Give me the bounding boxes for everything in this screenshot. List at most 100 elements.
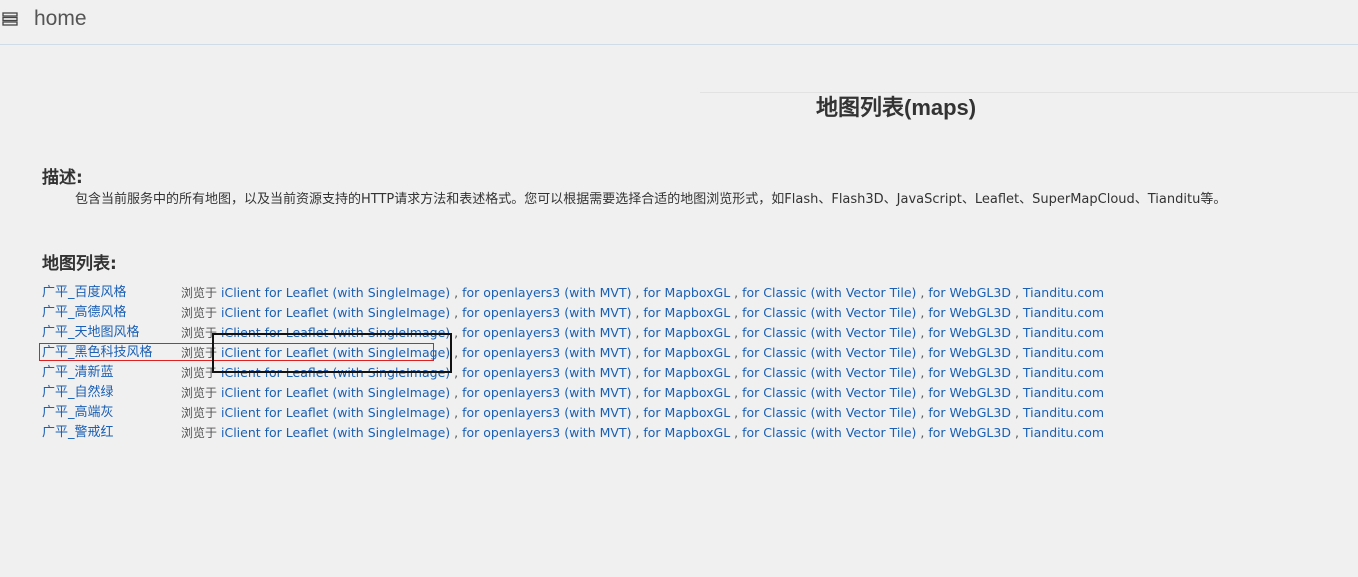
viewer-link[interactable]: for MapboxGL bbox=[643, 345, 730, 360]
map-name-link[interactable]: 广平_清新蓝 bbox=[42, 363, 114, 383]
viewer-link[interactable]: iClient for Leaflet (with SingleImage) bbox=[221, 425, 450, 440]
link-separator: , bbox=[1010, 365, 1023, 380]
viewer-link[interactable]: iClient for Leaflet (with SingleImage) bbox=[221, 305, 450, 320]
link-separator: , bbox=[631, 305, 644, 320]
link-separator: , bbox=[450, 425, 463, 440]
viewer-link[interactable]: Tianditu.com bbox=[1023, 285, 1104, 300]
link-separator: , bbox=[450, 325, 463, 340]
link-separator: , bbox=[450, 305, 463, 320]
viewer-link[interactable]: for MapboxGL bbox=[643, 425, 730, 440]
viewer-link[interactable]: for openlayers3 (with MVT) bbox=[462, 385, 631, 400]
browse-label: 浏览于 bbox=[181, 326, 218, 340]
map-name-link[interactable]: 广平_黑色科技风格 bbox=[42, 343, 153, 363]
viewer-link[interactable]: for MapboxGL bbox=[643, 305, 730, 320]
map-name-link[interactable]: 广平_自然绿 bbox=[42, 383, 114, 403]
viewer-link[interactable]: for Classic (with Vector Tile) bbox=[742, 325, 916, 340]
viewer-link[interactable]: Tianditu.com bbox=[1023, 305, 1104, 320]
link-separator: , bbox=[1010, 385, 1023, 400]
viewer-link[interactable]: for openlayers3 (with MVT) bbox=[462, 325, 631, 340]
map-name-link[interactable]: 广平_高端灰 bbox=[42, 403, 114, 423]
description-heading: 描述: bbox=[42, 168, 83, 188]
page-title: 地图列表(maps) bbox=[816, 95, 977, 120]
viewer-link[interactable]: for Classic (with Vector Tile) bbox=[742, 385, 916, 400]
link-separator: , bbox=[730, 345, 743, 360]
viewer-links: iClient for Leaflet (with SingleImage) ,… bbox=[221, 403, 1104, 423]
browse-label: 浏览于 bbox=[181, 426, 218, 440]
viewer-link[interactable]: for Classic (with Vector Tile) bbox=[742, 365, 916, 380]
viewer-links: iClient for Leaflet (with SingleImage) ,… bbox=[221, 363, 1104, 383]
viewer-link[interactable]: for openlayers3 (with MVT) bbox=[462, 285, 631, 300]
browse-label: 浏览于 bbox=[181, 306, 218, 320]
viewer-link[interactable]: for openlayers3 (with MVT) bbox=[462, 405, 631, 420]
viewer-link[interactable]: for Classic (with Vector Tile) bbox=[742, 285, 916, 300]
viewer-link[interactable]: Tianditu.com bbox=[1023, 325, 1104, 340]
viewer-link[interactable]: Tianditu.com bbox=[1023, 385, 1104, 400]
link-separator: , bbox=[916, 285, 929, 300]
link-separator: , bbox=[631, 345, 644, 360]
link-separator: , bbox=[916, 425, 929, 440]
viewer-link[interactable]: iClient for Leaflet (with SingleImage) bbox=[221, 385, 450, 400]
viewer-link[interactable]: for openlayers3 (with MVT) bbox=[462, 425, 631, 440]
viewer-link[interactable]: for Classic (with Vector Tile) bbox=[742, 405, 916, 420]
map-name-link[interactable]: 广平_警戒红 bbox=[42, 423, 114, 443]
link-separator: , bbox=[1010, 405, 1023, 420]
link-separator: , bbox=[631, 325, 644, 340]
link-separator: , bbox=[916, 405, 929, 420]
viewer-link[interactable]: for WebGL3D bbox=[928, 345, 1011, 360]
link-separator: , bbox=[730, 385, 743, 400]
viewer-link[interactable]: for openlayers3 (with MVT) bbox=[462, 365, 631, 380]
viewer-link[interactable]: for openlayers3 (with MVT) bbox=[462, 305, 631, 320]
link-separator: , bbox=[631, 405, 644, 420]
link-separator: , bbox=[730, 325, 743, 340]
viewer-link[interactable]: for Classic (with Vector Tile) bbox=[742, 305, 916, 320]
viewer-links: iClient for Leaflet (with SingleImage) ,… bbox=[221, 283, 1104, 303]
viewer-link[interactable]: for WebGL3D bbox=[928, 365, 1011, 380]
viewer-link[interactable]: for MapboxGL bbox=[643, 365, 730, 380]
viewer-link[interactable]: iClient for Leaflet (with SingleImage) bbox=[221, 405, 450, 420]
link-separator: , bbox=[916, 345, 929, 360]
link-separator: , bbox=[730, 285, 743, 300]
viewer-link[interactable]: for MapboxGL bbox=[643, 405, 730, 420]
viewer-link[interactable]: Tianditu.com bbox=[1023, 365, 1104, 380]
viewer-link[interactable]: for openlayers3 (with MVT) bbox=[462, 345, 631, 360]
viewer-link[interactable]: for MapboxGL bbox=[643, 285, 730, 300]
description-text: 包含当前服务中的所有地图，以及当前资源支持的HTTP请求方法和表述格式。您可以根… bbox=[75, 192, 1227, 207]
viewer-link[interactable]: for Classic (with Vector Tile) bbox=[742, 345, 916, 360]
viewer-link[interactable]: iClient for Leaflet (with SingleImage) bbox=[221, 325, 450, 340]
link-separator: , bbox=[1010, 425, 1023, 440]
viewer-link[interactable]: for WebGL3D bbox=[928, 305, 1011, 320]
link-separator: , bbox=[631, 285, 644, 300]
viewer-link[interactable]: for Classic (with Vector Tile) bbox=[742, 425, 916, 440]
link-separator: , bbox=[631, 425, 644, 440]
link-separator: , bbox=[916, 385, 929, 400]
viewer-link[interactable]: for MapboxGL bbox=[643, 325, 730, 340]
viewer-link[interactable]: iClient for Leaflet (with SingleImage) bbox=[221, 285, 450, 300]
viewer-link[interactable]: for WebGL3D bbox=[928, 285, 1011, 300]
title-divider bbox=[700, 92, 1358, 93]
link-separator: , bbox=[450, 365, 463, 380]
viewer-link[interactable]: for WebGL3D bbox=[928, 325, 1011, 340]
link-separator: , bbox=[916, 305, 929, 320]
top-bar: home bbox=[0, 0, 1358, 45]
viewer-link[interactable]: Tianditu.com bbox=[1023, 345, 1104, 360]
viewer-link[interactable]: for WebGL3D bbox=[928, 405, 1011, 420]
link-separator: , bbox=[1010, 305, 1023, 320]
viewer-links: iClient for Leaflet (with SingleImage) ,… bbox=[221, 303, 1104, 323]
viewer-links: iClient for Leaflet (with SingleImage) ,… bbox=[221, 383, 1104, 403]
viewer-link[interactable]: for MapboxGL bbox=[643, 385, 730, 400]
viewer-link[interactable]: for WebGL3D bbox=[928, 425, 1011, 440]
menu-icon[interactable] bbox=[2, 12, 18, 26]
viewer-link[interactable]: iClient for Leaflet (with SingleImage) bbox=[221, 365, 450, 380]
link-separator: , bbox=[1010, 285, 1023, 300]
map-name-link[interactable]: 广平_高德风格 bbox=[42, 303, 127, 323]
viewer-link[interactable]: Tianditu.com bbox=[1023, 405, 1104, 420]
map-name-link[interactable]: 广平_百度风格 bbox=[42, 283, 127, 303]
link-separator: , bbox=[916, 365, 929, 380]
home-title[interactable]: home bbox=[34, 5, 87, 33]
viewer-link[interactable]: for WebGL3D bbox=[928, 385, 1011, 400]
map-name-link[interactable]: 广平_天地图风格 bbox=[42, 323, 140, 343]
browse-label: 浏览于 bbox=[181, 386, 218, 400]
link-separator: , bbox=[631, 385, 644, 400]
viewer-link[interactable]: Tianditu.com bbox=[1023, 425, 1104, 440]
viewer-link[interactable]: iClient for Leaflet (with SingleImage) bbox=[221, 345, 450, 360]
